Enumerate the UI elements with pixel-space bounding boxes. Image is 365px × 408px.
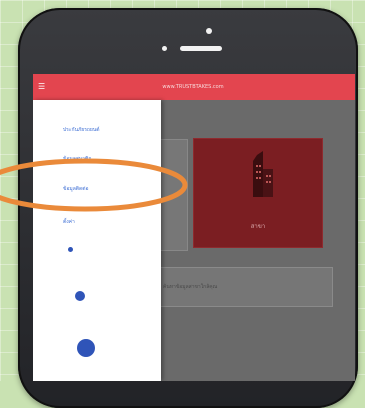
- progress-dot-small: [68, 247, 73, 252]
- speaker-slot: [180, 46, 222, 51]
- drawer-item-insurance[interactable]: ประกันภัยรถยนต์: [63, 125, 133, 135]
- progress-dot-large: [77, 339, 95, 357]
- content-bar[interactable]: ค้นหาข้อมูลสาขาใกล้คุณ: [158, 267, 333, 307]
- app-header: ☰ www.TRUSTBTAKES.com: [33, 74, 355, 100]
- drawer-item-settings[interactable]: ตั้งค่า: [63, 217, 133, 227]
- tile-label: สาขา: [250, 223, 266, 230]
- camera-dot: [206, 28, 212, 34]
- annotation-ring: [0, 158, 188, 212]
- phone-screen: ☰ www.TRUSTBTAKES.com สาขา ค้นหาข้อมูลสา…: [33, 74, 355, 381]
- progress-dot-medium: [75, 291, 85, 301]
- header-title: www.TRUSTBTAKES.com: [162, 84, 224, 90]
- hamburger-icon[interactable]: ☰: [38, 83, 45, 91]
- sensor-dot: [162, 46, 167, 51]
- navigation-drawer: ประกันภัยรถยนต์ ข้อมูลสมาชิก ข้อมูลติดต่…: [33, 100, 161, 381]
- content-bar-text: ค้นหาข้อมูลสาขาใกล้คุณ: [163, 284, 218, 290]
- building-icon: [253, 151, 273, 197]
- branch-tile[interactable]: สาขา: [193, 138, 323, 248]
